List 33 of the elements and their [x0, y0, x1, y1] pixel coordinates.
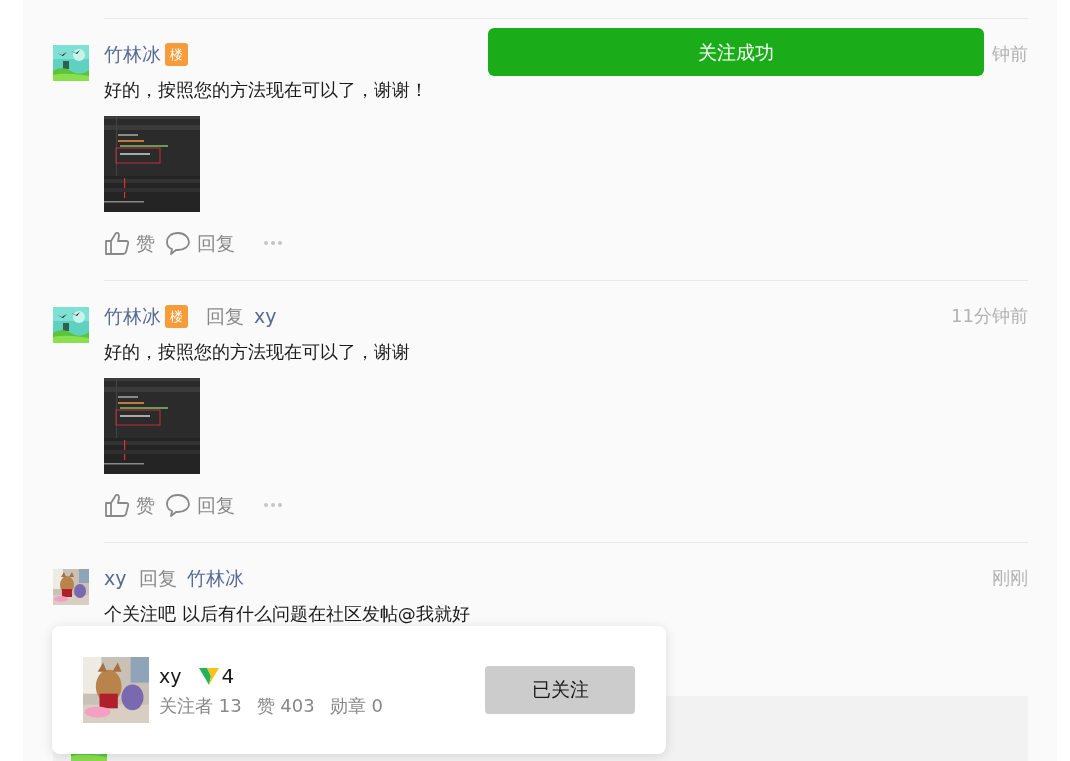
comment-text: 好的，按照您的方法现在可以了，谢谢: [104, 340, 411, 364]
more-button[interactable]: [263, 240, 283, 246]
level-number: 4: [221, 664, 235, 688]
reply-button[interactable]: 回复: [165, 492, 235, 518]
level-icon: [197, 665, 220, 687]
stat-text: 关注者 13: [159, 694, 242, 718]
reply-button[interactable]: 回复: [165, 230, 235, 256]
timestamp: 钟前: [992, 42, 1028, 66]
like-button[interactable]: 赞: [104, 492, 155, 518]
floor-badge: 楼: [165, 42, 188, 66]
like-button[interactable]: 赞: [104, 230, 155, 256]
speech-bubble-icon: [165, 492, 191, 518]
comment-text: 个关注吧 以后有什么问题在社区发帖@我就好: [104, 602, 471, 626]
author-link[interactable]: 竹林冰: [104, 303, 161, 329]
follow-button[interactable]: 已关注: [485, 666, 635, 714]
timestamp: 刚刚: [992, 566, 1028, 590]
user-name: xy: [159, 665, 182, 687]
author-link[interactable]: 竹林冰: [186, 565, 244, 591]
author-link[interactable]: xy: [254, 303, 277, 329]
success-toast: 关注成功: [488, 28, 984, 76]
author-link[interactable]: 竹林冰: [104, 41, 161, 67]
thumbs-up-icon: [104, 230, 130, 256]
reply-label: 回复: [206, 304, 244, 329]
more-button[interactable]: [263, 502, 283, 508]
comment-text: 好的，按照您的方法现在可以了，谢谢！: [104, 78, 429, 102]
author-link[interactable]: xy: [104, 565, 127, 591]
speech-bubble-icon: [165, 230, 191, 256]
stat-text: 勋章 0: [329, 694, 383, 718]
thumbs-up-icon: [104, 492, 130, 518]
timestamp: 11分钟前: [951, 304, 1028, 328]
reply-label: 回复: [138, 566, 177, 591]
stat-text: 赞 403: [256, 694, 315, 718]
floor-badge: 楼: [165, 304, 188, 328]
